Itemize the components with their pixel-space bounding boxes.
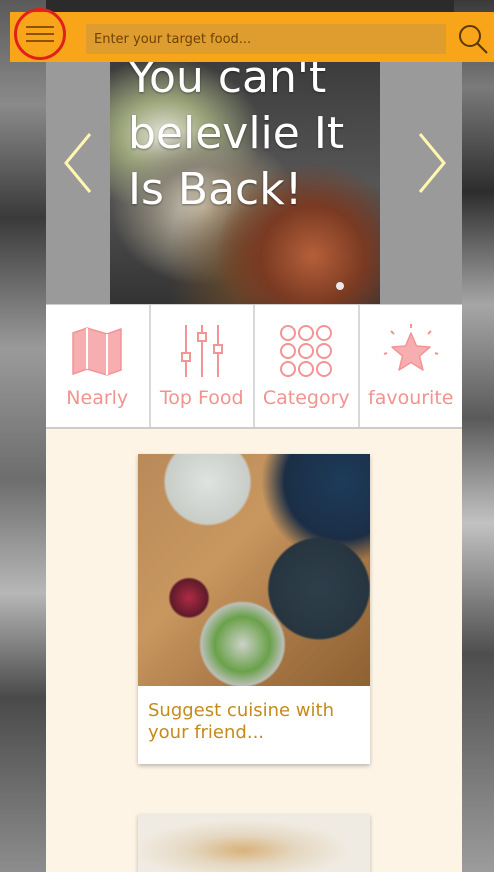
nav-favourite-label: favourite xyxy=(368,387,454,409)
nav-top-food[interactable]: Top Food xyxy=(150,305,253,427)
chevron-right-icon[interactable] xyxy=(412,128,452,198)
menu-button[interactable] xyxy=(14,8,66,60)
carousel-slide[interactable]: You can't belevlie It Is Back! xyxy=(110,62,380,304)
main-content: You can't belevlie It Is Back! Nearly To… xyxy=(46,62,462,872)
nav-nearly[interactable]: Nearly xyxy=(46,305,149,427)
nav-category[interactable]: Category xyxy=(255,305,358,427)
slide-title: You can't belevlie It Is Back! xyxy=(128,62,345,215)
star-icon xyxy=(383,324,439,371)
nav-favourite[interactable]: favourite xyxy=(359,305,462,427)
map-icon xyxy=(72,327,122,376)
quick-nav: Nearly Top Food Category favourite xyxy=(46,304,462,429)
card-image xyxy=(138,454,370,686)
feed-card[interactable]: Suggest cuisine with your friend... xyxy=(138,454,370,764)
nav-nearly-label: Nearly xyxy=(66,387,129,409)
top-bar xyxy=(10,8,494,62)
card-caption: Suggest cuisine with your friend... xyxy=(148,700,334,743)
carousel-indicator[interactable] xyxy=(336,282,344,290)
hamburger-icon xyxy=(26,26,54,28)
nav-top-food-label: Top Food xyxy=(159,387,244,409)
hero-carousel: You can't belevlie It Is Back! xyxy=(46,62,462,304)
grid-dots-icon xyxy=(280,325,333,377)
feed-card[interactable] xyxy=(138,814,370,872)
chevron-left-icon[interactable] xyxy=(58,128,98,198)
sliders-icon xyxy=(180,325,223,377)
search-input[interactable] xyxy=(86,24,446,54)
card-image xyxy=(138,814,370,872)
search-icon[interactable] xyxy=(456,22,490,56)
nav-category-label: Category xyxy=(262,387,350,409)
